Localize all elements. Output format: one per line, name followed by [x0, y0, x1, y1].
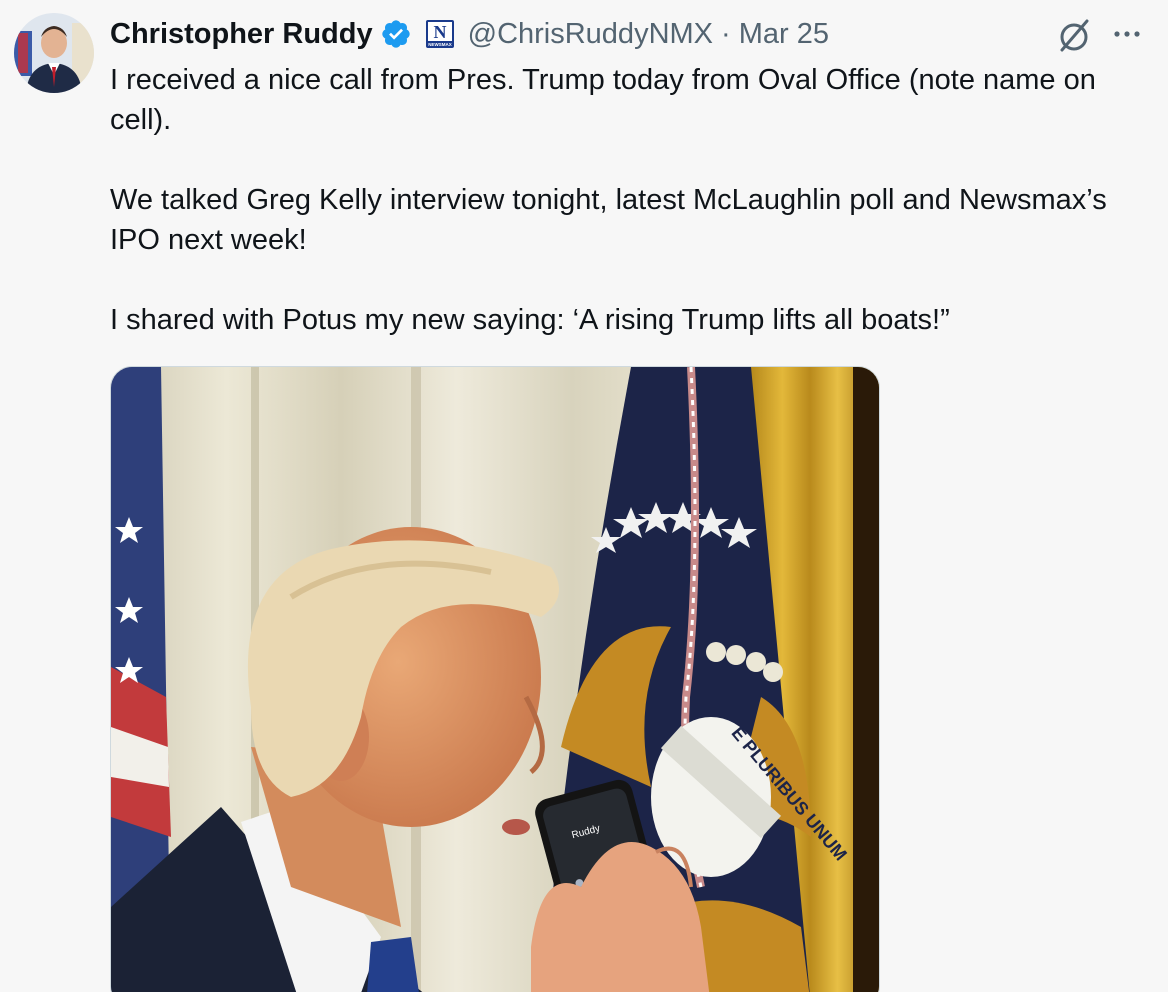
newsmax-logo-word: NEWSMAX	[428, 42, 452, 47]
header-separator: ·	[721, 17, 731, 50]
tweet-paragraph: I received a nice call from Pres. Trump …	[110, 64, 1096, 136]
tweet-header: Christopher Ruddy N NEWSMAX @ChrisRuddyN…	[110, 14, 829, 54]
tweet-paragraph: We talked Greg Kelly interview tonight, …	[110, 184, 1107, 256]
tweet-text: I received a nice call from Pres. Trump …	[110, 60, 1130, 380]
tweet-media-photo[interactable]: E PLURIBUS UNUM Ruddy	[110, 366, 880, 992]
avatar[interactable]	[14, 13, 94, 93]
newsmax-logo-letter: N	[433, 22, 446, 42]
newsmax-logo-icon[interactable]: N NEWSMAX	[425, 20, 454, 48]
grok-icon[interactable]	[1054, 16, 1094, 56]
more-options-icon[interactable]	[1109, 16, 1145, 52]
tweet-date[interactable]: Mar 25	[739, 18, 829, 51]
tweet-paragraph: I shared with Potus my new saying: ‘A ri…	[110, 304, 950, 336]
author-handle[interactable]: @ChrisRuddyNMX	[468, 18, 713, 51]
oval-office-photo: E PLURIBUS UNUM Ruddy	[111, 367, 879, 992]
author-display-name[interactable]: Christopher Ruddy	[110, 18, 373, 51]
tweet-card: Christopher Ruddy N NEWSMAX @ChrisRuddyN…	[0, 0, 1168, 992]
verified-check-icon[interactable]	[380, 18, 412, 50]
avatar-photo	[14, 13, 94, 93]
